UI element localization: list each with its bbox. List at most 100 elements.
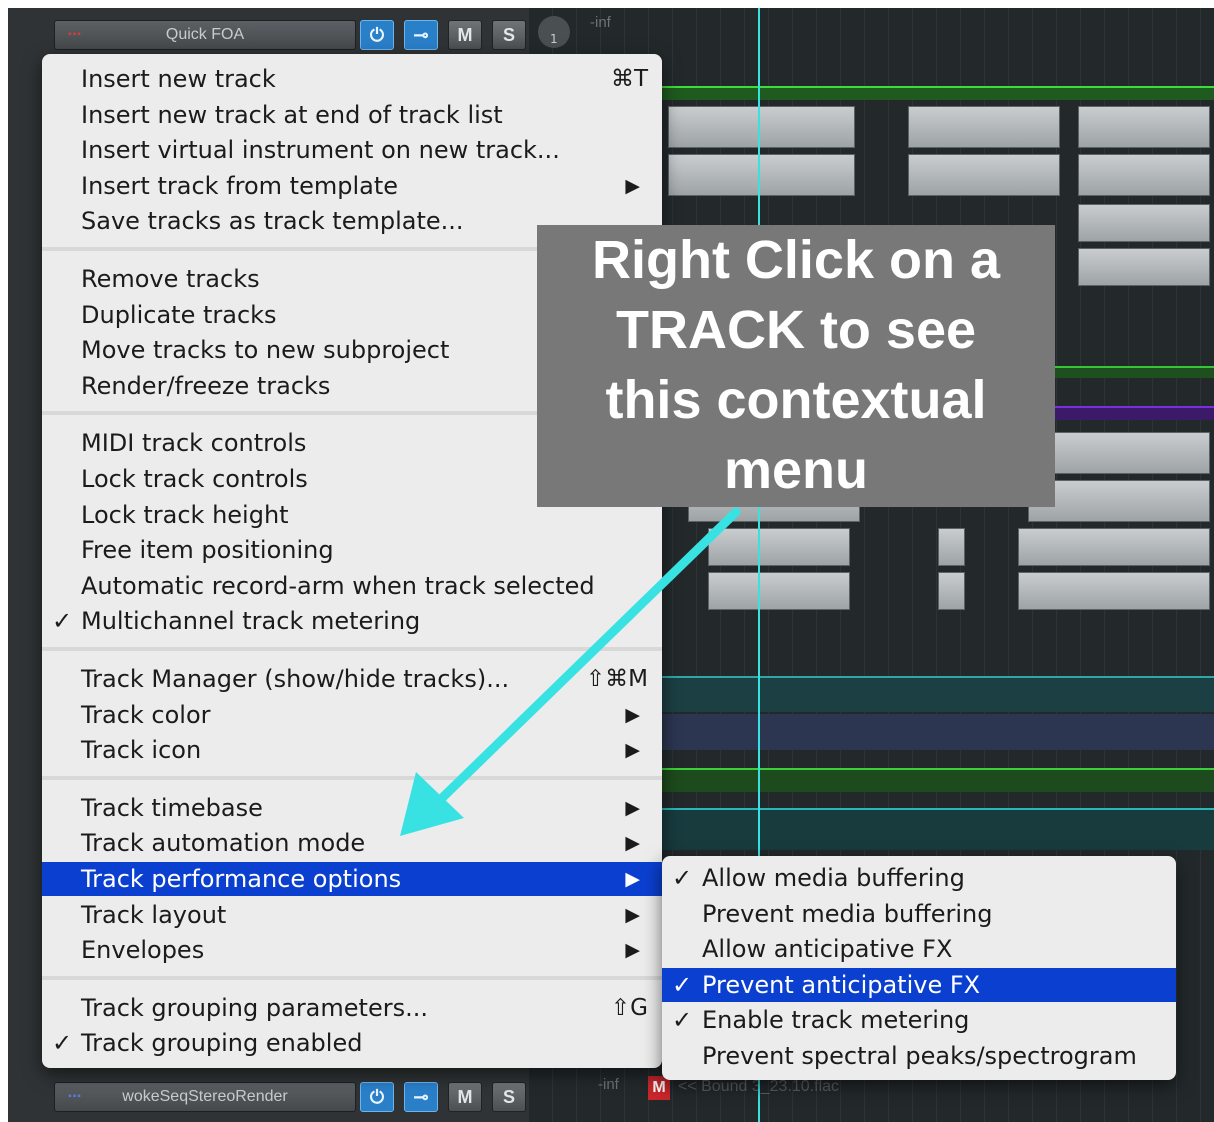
media-item[interactable] [668,154,855,196]
menu-item-label: Lock track controls [81,465,308,493]
callout-line: Right Click on a [591,230,1001,290]
submenu-item-allow-media-buffering[interactable]: ✓ Allow media buffering [662,861,1176,895]
submenu-item-label: Prevent media buffering [702,899,993,928]
menu-item-label: Move tracks to new subproject [81,336,450,365]
track-name-field[interactable]: ▪▪▪ Quick FOA [54,20,356,50]
record-slot-number: 1 [550,32,558,46]
menu-item-label: Track performance options [81,865,402,893]
submenu-arrow-icon: ▶ [625,939,640,962]
menu-item-label: Render/freeze tracks [81,371,331,400]
menu-item-track-layout[interactable]: Track layout ▶ [42,898,662,932]
checkmark-icon: ✓ [52,1029,73,1058]
menu-item-track-manager-show-hide-tracks[interactable]: Track Manager (show/hide tracks)... ⇧⌘M [42,662,662,696]
menu-item-track-automation-mode[interactable]: Track automation mode ▶ [42,826,662,860]
menu-item-free-item-positioning[interactable]: Free item positioning [42,533,662,567]
submenu-arrow-icon: ▶ [625,832,640,855]
submenu-item-allow-anticipative-fx[interactable]: Allow anticipative FX [662,932,1176,966]
menu-item-label: Track Manager (show/hide tracks)... [81,665,510,693]
mute-button[interactable]: M [448,20,482,50]
menu-item-insert-virtual-instrument-on-new-track[interactable]: Insert virtual instrument on new track..… [42,133,662,167]
menu-item-label: Track timebase [81,793,263,822]
submenu-arrow-icon: ▶ [625,739,640,762]
menu-item-label: Track automation mode [81,829,366,858]
menu-item-label: Insert virtual instrument on new track..… [81,136,560,165]
menu-item-label: Envelopes [81,936,205,965]
menu-shortcut: ⌘T [610,66,648,92]
menu-shortcut: ⇧⌘M [585,666,648,692]
menu-item-track-grouping-enabled[interactable]: ✓ Track grouping enabled [42,1026,662,1060]
menu-item-label: Free item positioning [81,536,334,565]
track-name-field-bottom[interactable]: ▪▪▪ wokeSeqStereoRender [54,1082,356,1112]
media-item[interactable] [1018,572,1210,610]
track-performance-submenu[interactable]: ✓ Allow media buffering Prevent media buff… [662,856,1176,1080]
menu-item-label: Insert track from template [81,171,398,200]
track-context-menu[interactable]: Insert new track ⌘T Insert new track at en… [42,54,662,1068]
menu-item-label: Duplicate tracks [81,300,277,329]
menu-item-label: Track grouping enabled [81,1029,363,1058]
submenu-item-label: Enable track metering [702,1006,970,1035]
media-item[interactable] [1028,480,1210,522]
io-routing-button[interactable]: ⊸ [404,20,438,50]
track-meter-readout-bottom: -inf [598,1076,619,1093]
record-monitor-icon[interactable]: 1 [538,16,570,48]
submenu-item-enable-track-metering[interactable]: ✓ Enable track metering [662,1003,1176,1037]
menu-item-track-color[interactable]: Track color ▶ [42,698,662,732]
record-arm-indicator[interactable]: ▪▪▪ [61,30,89,40]
media-item[interactable] [938,572,965,610]
media-item[interactable] [708,572,850,610]
track-name-text: Quick FOA [165,26,245,43]
callout-line: menu [723,440,869,500]
menu-item-insert-new-track-at-end-of-track-list[interactable]: Insert new track at end of track list [42,98,662,132]
submenu-item-prevent-anticipative-fx[interactable]: ✓ Prevent anticipative FX [662,967,1176,1002]
media-item[interactable] [1028,432,1210,474]
media-item[interactable] [1078,106,1210,148]
menu-item-track-grouping-parameters[interactable]: Track grouping parameters... ⇧G [42,991,662,1025]
menu-item-track-performance-options[interactable]: Track performance options ▶ [42,862,662,896]
media-item[interactable] [1078,154,1210,196]
solo-button[interactable]: S [492,20,526,50]
menu-item-automatic-record-arm-when-track-selected[interactable]: Automatic record-arm when track selected [42,569,662,603]
menu-shortcut: ⇧G [610,994,648,1021]
menu-item-label: Track layout [81,900,227,929]
media-item[interactable] [908,106,1060,148]
submenu-arrow-icon: ▶ [625,174,640,197]
menu-item-track-timebase[interactable]: Track timebase ▶ [42,791,662,825]
menu-item-track-icon[interactable]: Track icon ▶ [42,733,662,767]
submenu-arrow-icon: ▶ [625,903,640,926]
media-item[interactable] [908,154,1060,196]
checkmark-icon: ✓ [672,864,693,892]
callout-line: TRACK to see [615,300,977,360]
submenu-item-prevent-media-buffering[interactable]: Prevent media buffering [662,897,1176,931]
io-routing-button-bottom[interactable]: ⊸ [404,1082,438,1112]
menu-item-insert-track-from-template[interactable]: Insert track from template ▶ [42,169,662,203]
media-item[interactable] [1078,204,1210,242]
callout-line: this contextual [605,370,987,430]
media-item[interactable] [1078,248,1210,286]
menu-item-label: Track color [81,700,211,729]
media-item[interactable] [708,528,850,566]
media-item[interactable] [1018,528,1210,566]
menu-separator [42,647,662,651]
submenu-item-label: Allow anticipative FX [702,935,953,964]
menu-item-multichannel-track-metering[interactable]: ✓ Multichannel track metering [42,604,662,638]
fx-power-button[interactable]: ⏻ [360,20,394,50]
media-item[interactable] [668,106,855,148]
menu-item-label: Insert new track at end of track list [81,100,503,129]
mute-button-bottom[interactable]: M [448,1082,482,1112]
submenu-item-label: Prevent spectral peaks/spectrogram [702,1042,1137,1070]
menu-item-label: Save tracks as track template... [81,207,464,236]
menu-item-label: Remove tracks [81,265,260,293]
menu-item-label: Track icon [81,736,202,765]
record-arm-indicator-bottom[interactable]: ▪▪▪ [61,1092,89,1102]
menu-item-label: Track grouping parameters... [81,993,428,1022]
solo-button-bottom[interactable]: S [492,1082,526,1112]
menu-separator [42,775,662,780]
menu-item-envelopes[interactable]: Envelopes ▶ [42,933,662,967]
submenu-item-prevent-spectral-peaks-spectrogram[interactable]: Prevent spectral peaks/spectrogram [662,1039,1176,1073]
annotation-callout: Right Click on a TRACK to see this conte… [537,225,1055,507]
media-item[interactable] [938,528,965,566]
menu-item-insert-new-track[interactable]: Insert new track ⌘T [42,62,662,96]
track-name-text-bottom: wokeSeqStereoRender [122,1088,288,1105]
submenu-item-label: Allow media buffering [702,864,965,892]
fx-power-button-bottom[interactable]: ⏻ [360,1082,394,1112]
